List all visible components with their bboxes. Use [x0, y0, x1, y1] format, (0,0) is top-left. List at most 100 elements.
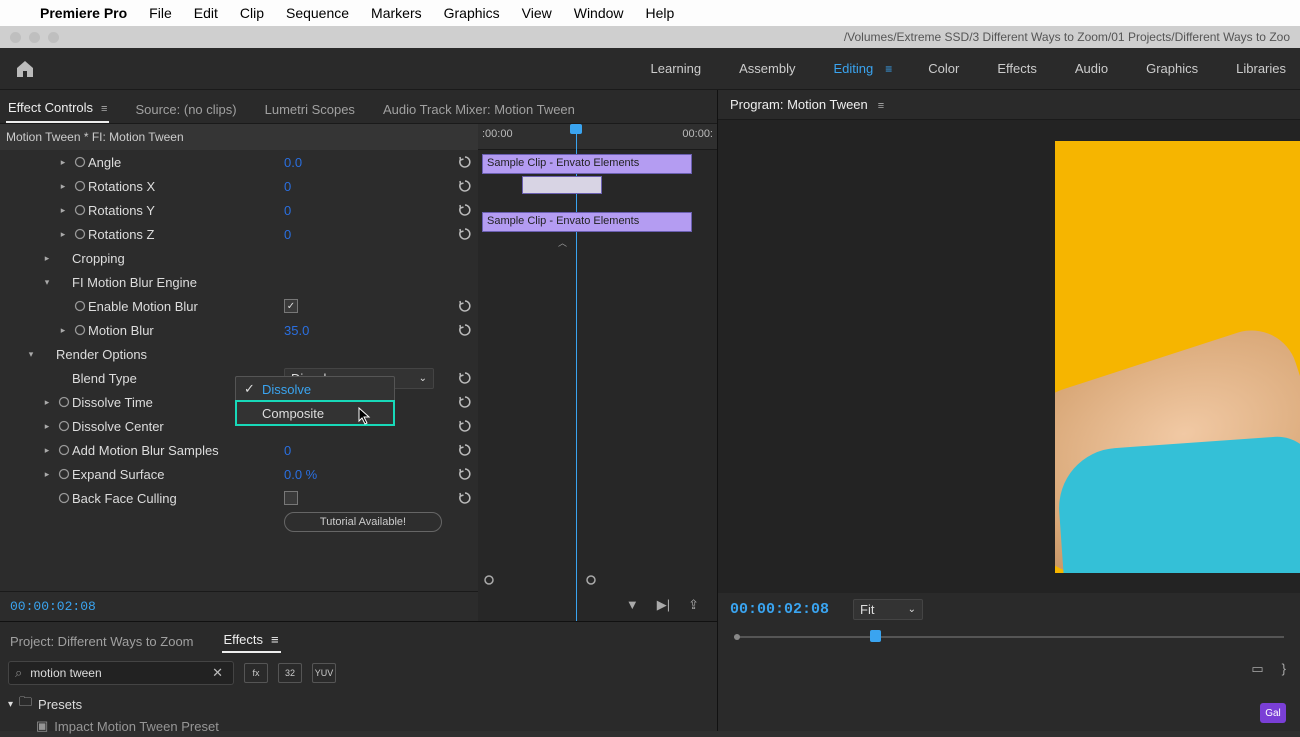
menu-graphics[interactable]: Graphics: [444, 5, 500, 21]
close-window-icon[interactable]: [10, 32, 21, 43]
tree-presets[interactable]: ▾🗀Presets: [8, 693, 709, 715]
zoom-window-icon[interactable]: [48, 32, 59, 43]
32bit-chip[interactable]: 32: [278, 663, 302, 683]
accelerated-chip[interactable]: fx: [244, 663, 268, 683]
traffic-lights[interactable]: [10, 32, 59, 43]
stopwatch-icon[interactable]: [72, 180, 88, 192]
transition-bar[interactable]: [522, 176, 602, 194]
export-frame-icon[interactable]: ⇪: [688, 597, 699, 613]
chevron-right-icon[interactable]: ▸: [38, 253, 56, 264]
chevron-down-icon[interactable]: ▾: [22, 349, 40, 360]
bracket-icon[interactable]: }: [1282, 661, 1286, 676]
menu-help[interactable]: Help: [646, 5, 675, 21]
chevron-right-icon[interactable]: ▸: [38, 421, 56, 432]
chevron-right-icon[interactable]: ▸: [54, 325, 72, 336]
workspace-assembly[interactable]: Assembly: [737, 57, 797, 80]
zoom-out-handle[interactable]: [484, 575, 494, 585]
menu-sequence[interactable]: Sequence: [286, 5, 349, 21]
ec-timecode[interactable]: 00:00:02:08: [10, 599, 96, 614]
tab-project[interactable]: Project: Different Ways to Zoom: [8, 630, 196, 653]
tab-program[interactable]: Program: Motion Tween≡: [728, 91, 886, 118]
program-timecode[interactable]: 00:00:02:08: [730, 601, 829, 618]
app-name[interactable]: Premiere Pro: [40, 5, 127, 21]
tab-effect-controls[interactable]: Effect Controls≡: [6, 94, 109, 123]
zoom-in-handle[interactable]: [586, 575, 596, 585]
reset-icon[interactable]: [452, 371, 478, 385]
prop-value[interactable]: 0: [284, 179, 392, 194]
stopwatch-icon[interactable]: [56, 396, 72, 408]
hamburger-icon[interactable]: ≡: [271, 632, 279, 647]
tab-source[interactable]: Source: (no clips): [133, 96, 238, 123]
prop-value[interactable]: 0: [284, 443, 392, 458]
hamburger-icon[interactable]: ≡: [101, 103, 107, 115]
in-point-icon[interactable]: [734, 634, 740, 640]
comment-marker-icon[interactable]: ▭: [1251, 661, 1263, 677]
menu-edit[interactable]: Edit: [194, 5, 218, 21]
yuv-chip[interactable]: YUV: [312, 663, 336, 683]
effects-search-input[interactable]: [28, 665, 208, 681]
prop-value[interactable]: 0: [284, 203, 392, 218]
reset-icon[interactable]: [452, 227, 478, 241]
stopwatch-icon[interactable]: [72, 324, 88, 336]
program-viewport[interactable]: [718, 120, 1300, 593]
chevron-right-icon[interactable]: ▸: [54, 229, 72, 240]
chevron-down-icon[interactable]: ▾: [38, 277, 56, 288]
menu-view[interactable]: View: [522, 5, 552, 21]
stopwatch-icon[interactable]: [56, 468, 72, 480]
menu-clip[interactable]: Clip: [240, 5, 264, 21]
chevron-right-icon[interactable]: ▸: [54, 157, 72, 168]
prop-value[interactable]: 35.0: [284, 323, 392, 338]
chevron-right-icon[interactable]: ▸: [38, 445, 56, 456]
tutorial-button[interactable]: Tutorial Available!: [284, 512, 442, 532]
reset-icon[interactable]: [452, 323, 478, 337]
stopwatch-icon[interactable]: [72, 228, 88, 240]
program-scrubber[interactable]: [730, 626, 1288, 644]
minimize-window-icon[interactable]: [29, 32, 40, 43]
menu-file[interactable]: File: [149, 5, 172, 21]
effects-search[interactable]: ⌕ ✕: [8, 661, 234, 685]
reset-icon[interactable]: [452, 443, 478, 457]
prop-value[interactable]: 0.0 %: [284, 467, 392, 482]
workspace-learning[interactable]: Learning: [649, 57, 704, 80]
reset-icon[interactable]: [452, 179, 478, 193]
prop-value[interactable]: 0.0: [284, 155, 392, 170]
tab-lumetri[interactable]: Lumetri Scopes: [263, 96, 357, 123]
stopwatch-icon[interactable]: [72, 156, 88, 168]
tab-effects[interactable]: Effects≡: [222, 628, 281, 653]
blend-option-dissolve[interactable]: ✓Dissolve: [236, 377, 394, 401]
stopwatch-icon[interactable]: [56, 444, 72, 456]
chevron-right-icon[interactable]: ▸: [38, 469, 56, 480]
stopwatch-icon[interactable]: [72, 204, 88, 216]
workspace-menu-icon[interactable]: ≡: [885, 62, 892, 76]
workspace-libraries[interactable]: Libraries: [1234, 57, 1288, 80]
filter-icon[interactable]: ▼: [626, 597, 639, 613]
stopwatch-icon[interactable]: [56, 420, 72, 432]
hamburger-icon[interactable]: ≡: [878, 100, 884, 112]
blend-option-composite[interactable]: Composite: [236, 401, 394, 425]
reset-icon[interactable]: [452, 491, 478, 505]
ec-time-ruler[interactable]: :00:00 00:00:: [478, 124, 717, 150]
playhead[interactable]: [576, 124, 577, 621]
chevron-right-icon[interactable]: ▸: [54, 205, 72, 216]
clear-search-icon[interactable]: ✕: [208, 665, 227, 681]
tab-audio-mixer[interactable]: Audio Track Mixer: Motion Tween: [381, 96, 577, 123]
reset-icon[interactable]: [452, 419, 478, 433]
reset-icon[interactable]: [452, 155, 478, 169]
home-button[interactable]: [12, 58, 38, 80]
menu-markers[interactable]: Markers: [371, 5, 422, 21]
workspace-editing[interactable]: Editing: [832, 57, 876, 80]
workspace-graphics[interactable]: Graphics: [1144, 57, 1200, 80]
reset-icon[interactable]: [452, 299, 478, 313]
menu-window[interactable]: Window: [574, 5, 624, 21]
checkbox[interactable]: [284, 491, 298, 505]
play-only-icon[interactable]: ▶|: [657, 597, 670, 613]
reset-icon[interactable]: [452, 395, 478, 409]
workspace-effects[interactable]: Effects: [995, 57, 1039, 80]
prop-value[interactable]: 0: [284, 227, 392, 242]
chevron-right-icon[interactable]: ▸: [54, 181, 72, 192]
checkbox[interactable]: ✓: [284, 299, 298, 313]
workspace-audio[interactable]: Audio: [1073, 57, 1110, 80]
reset-icon[interactable]: [452, 467, 478, 481]
stopwatch-icon[interactable]: [72, 300, 88, 312]
workspace-color[interactable]: Color: [926, 57, 961, 80]
